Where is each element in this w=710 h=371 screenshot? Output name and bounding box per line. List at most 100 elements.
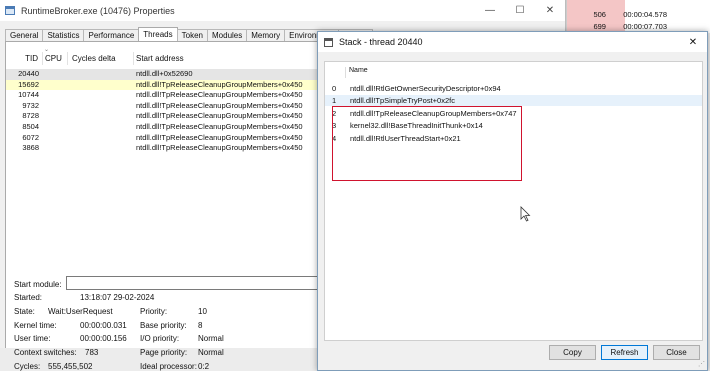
start-module-label: Start module: — [14, 280, 62, 289]
user-time-value: 00:00:00.156 — [80, 334, 127, 343]
start-module-field[interactable] — [66, 276, 328, 290]
stack-dialog-titlebar: Stack - thread 20440 ✕ — [318, 32, 707, 52]
user-time-label: User time: — [14, 334, 51, 343]
thread-cycles-delta — [68, 80, 134, 91]
close-icon[interactable]: ✕ — [679, 32, 707, 52]
stack-frame-name: ntdll.dll!RtlUserThreadStart+0x21 — [350, 133, 461, 143]
thread-cycles-delta — [68, 133, 134, 144]
context-switches-value: 783 — [85, 348, 99, 357]
stack-frame-row[interactable]: 0 ntdll.dll!RtlGetOwnerSecurityDescriptor… — [325, 83, 702, 94]
column-header-cpu[interactable]: ⌄ CPU — [43, 47, 68, 65]
resize-grip-icon[interactable]: ⋰ — [698, 360, 705, 368]
thread-cpu — [43, 122, 68, 133]
stack-list-header: Name — [325, 67, 702, 78]
priority-label: Priority: — [140, 307, 168, 316]
text-cursor-icon — [520, 206, 531, 222]
column-header-name[interactable]: Name — [349, 67, 368, 74]
window-icon — [324, 37, 333, 47]
thread-start-address: ntdll.dll!TpReleaseCleanupGroupMembers+0… — [136, 143, 303, 153]
column-header-cycles-delta[interactable]: Cycles delta — [68, 52, 134, 65]
thread-cpu — [43, 69, 68, 80]
stack-frame-row[interactable]: 3 kernel32.dll!BaseThreadInitThunk+0x14 — [325, 120, 702, 131]
tab-threads[interactable]: Threads — [138, 27, 178, 42]
stack-frame-name: kernel32.dll!BaseThreadInitThunk+0x14 — [350, 121, 483, 131]
thread-start-address: ntdll.dll!TpReleaseCleanupGroupMembers+0… — [136, 79, 303, 89]
thread-tid: 8728 — [22, 111, 39, 121]
base-priority-label: Base priority: — [140, 321, 187, 330]
cycles-value: 555,455,502 — [48, 362, 93, 371]
kernel-time-label: Kernel time: — [14, 321, 57, 330]
thread-cycles-delta — [68, 122, 134, 133]
column-header-tid[interactable]: TID — [6, 52, 43, 65]
thread-start-address: ntdll.dll+0x52690 — [136, 69, 193, 78]
thread-cycles-delta — [68, 143, 134, 154]
thread-tid: 15692 — [18, 79, 39, 89]
stack-frame-name: ntdll.dll!RtlGetOwnerSecurityDescriptor+… — [350, 84, 501, 93]
thread-cycles-delta — [68, 101, 134, 112]
started-value: 13:18:07 29-02-2024 — [80, 293, 155, 302]
thread-tid: 8504 — [22, 121, 39, 131]
thread-cpu — [43, 90, 68, 101]
stack-frame-name: ntdll.dll!TpReleaseCleanupGroupMembers+0… — [350, 108, 517, 118]
thread-cpu — [43, 101, 68, 112]
stack-dialog: Stack - thread 20440 ✕ Name 0 ntdll.dll!R… — [317, 31, 708, 371]
thread-start-address: ntdll.dll!TpReleaseCleanupGroupMembers+0… — [136, 90, 303, 100]
thread-tid: 9732 — [22, 100, 39, 110]
thread-cycles-delta — [68, 111, 134, 122]
thread-start-address: ntdll.dll!TpReleaseCleanupGroupMembers+0… — [136, 132, 303, 142]
background-process-list: 506 00:00:04.578 699 00:00:07.703 — [566, 0, 710, 33]
copy-button[interactable]: Copy — [549, 345, 596, 360]
close-button[interactable]: Close — [653, 345, 700, 360]
sort-chevron-icon: ⌄ — [44, 47, 50, 53]
thread-tid: 10744 — [18, 90, 39, 100]
io-priority-label: I/O priority: — [140, 334, 180, 343]
stack-frame-row[interactable]: 4 ntdll.dll!RtlUserThreadStart+0x21 — [325, 133, 702, 144]
stack-frame-index: 1 — [332, 96, 337, 106]
ideal-processor-value: 0:2 — [198, 362, 210, 371]
page-priority-label: Page priority: — [140, 348, 188, 357]
priority-value: 10 — [198, 307, 207, 316]
process-row-count: 699 — [593, 22, 606, 31]
maximize-button[interactable]: ☐ — [505, 0, 535, 21]
process-row[interactable]: 506 00:00:04.578 — [567, 10, 667, 19]
stack-frames-list: Name 0 ntdll.dll!RtlGetOwnerSecurityDescr… — [324, 61, 703, 341]
state-value: Wait:UserRequest — [48, 307, 113, 316]
thread-start-address: ntdll.dll!TpReleaseCleanupGroupMembers+0… — [136, 121, 303, 131]
state-label: State: — [14, 307, 35, 316]
thread-cpu — [43, 111, 68, 122]
process-row[interactable]: 699 00:00:07.703 — [567, 22, 667, 31]
window-icon — [5, 6, 15, 15]
close-button[interactable]: ✕ — [535, 0, 565, 21]
thread-cpu — [43, 133, 68, 144]
properties-title: RuntimeBroker.exe (10476) Properties — [21, 5, 175, 16]
stack-frame-index: 2 — [332, 108, 337, 118]
thread-start-address: ntdll.dll!TpReleaseCleanupGroupMembers+0… — [136, 100, 303, 110]
caption-buttons: — ☐ ✕ — [475, 0, 565, 21]
thread-start-address: ntdll.dll!TpReleaseCleanupGroupMembers+0… — [136, 111, 303, 121]
thread-cycles-delta — [68, 90, 134, 101]
base-priority-value: 8 — [198, 321, 203, 330]
column-header-start-address[interactable]: Start address — [134, 52, 334, 65]
kernel-time-value: 00:00:00.031 — [80, 321, 127, 330]
refresh-button[interactable]: Refresh — [601, 345, 648, 360]
stack-dialog-title: Stack - thread 20440 — [339, 37, 423, 47]
stack-frame-name: ntdll.dll!TpSimpleTryPost+0x2fc — [350, 96, 455, 106]
page-priority-value: Normal — [198, 348, 224, 357]
process-row-count: 506 — [593, 10, 606, 19]
context-switches-label: Context switches: — [14, 348, 77, 357]
stack-frame-row[interactable]: 1 ntdll.dll!TpSimpleTryPost+0x2fc — [325, 95, 702, 107]
process-row-time: 00:00:04.578 — [623, 10, 667, 19]
thread-tid: 6072 — [22, 132, 39, 142]
properties-titlebar: RuntimeBroker.exe (10476) Properties — ☐… — [0, 0, 565, 21]
stack-frame-index: 3 — [332, 121, 337, 131]
thread-cpu — [43, 143, 68, 154]
stack-frame-row[interactable]: 2 ntdll.dll!TpReleaseCleanupGroupMembers+… — [325, 108, 702, 119]
thread-cycles-delta — [68, 69, 134, 80]
thread-cpu — [43, 80, 68, 91]
process-row-time: 00:00:07.703 — [623, 22, 667, 31]
cycles-label: Cycles: — [14, 362, 41, 371]
minimize-button[interactable]: — — [475, 0, 505, 21]
stack-frame-index: 0 — [332, 84, 337, 93]
thread-tid: 3868 — [22, 143, 39, 153]
stack-frame-index: 4 — [332, 133, 337, 143]
